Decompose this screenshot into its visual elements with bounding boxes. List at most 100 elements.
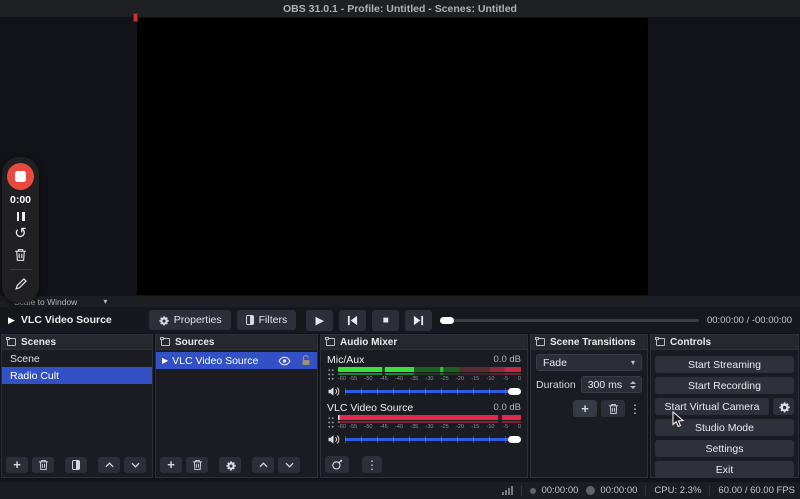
seek-track[interactable] bbox=[440, 318, 699, 322]
dots-vertical-icon: ⋮ bbox=[629, 401, 641, 416]
restart-recording-button[interactable]: ↺ bbox=[14, 226, 27, 241]
sources-toolbar: + bbox=[156, 454, 317, 477]
window-title: OBS 31.0.1 - Profile: Untitled - Scenes:… bbox=[283, 2, 517, 15]
drag-grip-icon[interactable] bbox=[327, 415, 334, 429]
transitions-toolbar: + ⋮ bbox=[531, 400, 641, 417]
move-source-up-button[interactable] bbox=[252, 457, 274, 473]
transition-menu-button[interactable]: ⋮ bbox=[629, 401, 641, 417]
start-streaming-button[interactable]: Start Streaming bbox=[655, 356, 794, 373]
controls-header[interactable]: Controls bbox=[651, 335, 798, 350]
chevron-up-icon bbox=[258, 462, 268, 468]
button-label: Start Streaming bbox=[688, 358, 761, 371]
selection-handle[interactable] bbox=[133, 13, 138, 22]
gear-icon bbox=[159, 315, 169, 326]
stream-time: 00:00:00 bbox=[541, 485, 579, 496]
media-seek-slider[interactable] bbox=[440, 310, 699, 331]
preview-area[interactable] bbox=[0, 13, 800, 296]
sources-header[interactable]: Sources bbox=[156, 335, 317, 350]
remove-transition-button[interactable] bbox=[601, 400, 625, 417]
controls-title: Controls bbox=[670, 336, 712, 348]
speaker-icon[interactable] bbox=[327, 434, 340, 445]
media-play-button[interactable]: ▶ bbox=[306, 309, 334, 331]
mic-volume-slider[interactable] bbox=[345, 385, 521, 398]
chevron-down-icon[interactable]: ▾ bbox=[103, 297, 107, 306]
media-previous-button[interactable] bbox=[339, 309, 367, 331]
active-source-label: VLC Video Source bbox=[20, 314, 112, 326]
channel-level: 0.0 dB bbox=[493, 354, 521, 365]
seek-handle[interactable] bbox=[440, 316, 455, 324]
remove-scene-button[interactable] bbox=[32, 457, 54, 473]
channel-name: VLC Video Source bbox=[327, 401, 414, 414]
chevron-down-icon: ▾ bbox=[630, 358, 635, 367]
filters-icon bbox=[245, 315, 254, 325]
source-properties-button[interactable] bbox=[219, 457, 241, 473]
slider-handle[interactable] bbox=[508, 388, 521, 395]
mouse-cursor bbox=[672, 411, 684, 428]
discard-recording-button[interactable] bbox=[14, 248, 27, 262]
scenes-toolbar: + bbox=[2, 454, 152, 477]
properties-button[interactable]: Properties bbox=[148, 310, 231, 330]
unlock-icon[interactable] bbox=[301, 355, 311, 366]
play-icon: ▶ bbox=[315, 314, 324, 327]
vlc-volume-slider[interactable] bbox=[345, 433, 521, 446]
visibility-eye-icon[interactable] bbox=[278, 356, 291, 366]
button-label: Studio Mode bbox=[695, 421, 754, 434]
record-time: 00:00:00 bbox=[600, 485, 638, 496]
trash-icon bbox=[38, 459, 48, 471]
previous-track-icon bbox=[348, 315, 358, 325]
slider-handle[interactable] bbox=[508, 436, 521, 443]
start-recording-button[interactable]: Start Recording bbox=[655, 377, 794, 394]
annotate-pencil-button[interactable] bbox=[14, 277, 28, 291]
add-transition-button[interactable]: + bbox=[573, 400, 597, 417]
obs-window: OBS 31.0.1 - Profile: Untitled - Scenes:… bbox=[0, 0, 800, 499]
plus-icon: + bbox=[581, 400, 589, 416]
dock-icon bbox=[6, 337, 16, 346]
media-next-button[interactable] bbox=[405, 309, 433, 331]
transition-select[interactable]: Fade ▾ bbox=[536, 354, 642, 371]
mixer-menu-button[interactable]: ⋮ bbox=[362, 456, 382, 473]
transition-selected-value: Fade bbox=[543, 356, 567, 369]
media-stop-button[interactable]: ■ bbox=[372, 309, 400, 331]
advanced-audio-button[interactable] bbox=[325, 456, 349, 473]
recording-timer: 0:00 bbox=[9, 194, 31, 206]
plus-icon: + bbox=[167, 457, 175, 472]
pause-recording-button[interactable] bbox=[16, 212, 25, 221]
move-source-down-button[interactable] bbox=[278, 457, 300, 473]
exit-button[interactable]: Exit bbox=[655, 461, 794, 478]
duration-value: 300 ms bbox=[587, 378, 623, 391]
audio-mixer-body: Mic/Aux 0.0 dB -60 -55 -50 -45 -40 -35 -… bbox=[321, 350, 527, 448]
filters-button[interactable]: Filters bbox=[236, 310, 297, 330]
settings-button[interactable]: Settings bbox=[655, 440, 794, 457]
divider bbox=[645, 485, 647, 496]
title-bar[interactable]: OBS 31.0.1 - Profile: Untitled - Scenes:… bbox=[0, 0, 800, 18]
scenes-header[interactable]: Scenes bbox=[2, 335, 152, 350]
duration-label: Duration bbox=[536, 378, 576, 391]
remove-source-button[interactable] bbox=[186, 457, 208, 473]
scene-filters-button[interactable] bbox=[65, 457, 87, 473]
scene-transitions-header[interactable]: Scene Transitions bbox=[531, 335, 647, 350]
drag-grip-icon[interactable] bbox=[327, 367, 334, 381]
chevron-up-icon bbox=[104, 462, 114, 468]
move-scene-up-button[interactable] bbox=[98, 457, 120, 473]
video-canvas[interactable] bbox=[137, 18, 648, 295]
scene-transitions-panel: Scene Transitions Fade ▾ Duration 300 ms… bbox=[530, 334, 648, 478]
dock-icon bbox=[535, 337, 545, 346]
properties-button-label: Properties bbox=[173, 314, 222, 326]
audio-mixer-header[interactable]: Audio Mixer bbox=[321, 335, 527, 350]
chevron-down-icon bbox=[130, 462, 140, 468]
source-item-vlc[interactable]: ▶ VLC Video Source bbox=[156, 352, 317, 369]
chevron-down-icon bbox=[284, 462, 294, 468]
virtual-camera-config-button[interactable] bbox=[773, 398, 794, 415]
duration-spinbox[interactable]: 300 ms bbox=[580, 376, 642, 393]
scene-item-radio-cult[interactable]: Radio Cult bbox=[2, 367, 152, 384]
speaker-icon[interactable] bbox=[327, 386, 340, 397]
stop-recording-button[interactable] bbox=[7, 163, 34, 190]
filters-icon bbox=[72, 460, 80, 470]
spinner-arrows[interactable] bbox=[630, 380, 636, 389]
button-label: Start Recording bbox=[688, 379, 761, 392]
move-scene-down-button[interactable] bbox=[124, 457, 146, 473]
fps-indicator: 60.00 / 60.00 FPS bbox=[718, 485, 795, 496]
add-scene-button[interactable]: + bbox=[6, 457, 28, 473]
scene-item-scene[interactable]: Scene bbox=[2, 350, 152, 367]
add-source-button[interactable]: + bbox=[160, 457, 182, 473]
